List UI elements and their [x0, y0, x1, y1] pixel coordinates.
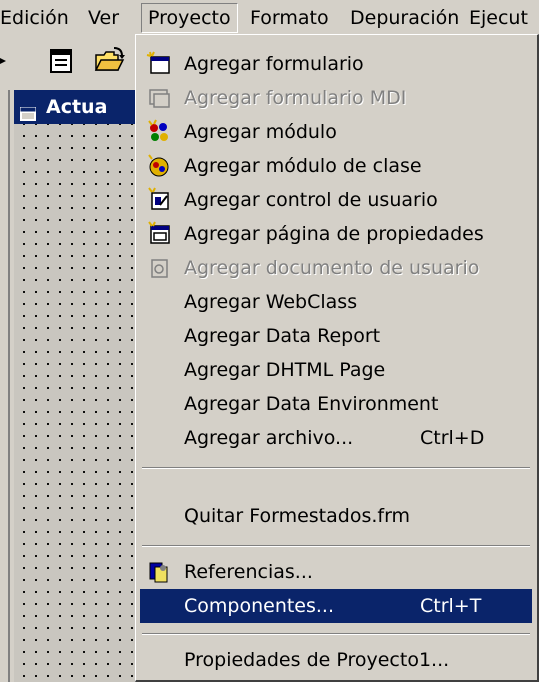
references-icon	[146, 559, 172, 585]
designer-edge	[8, 90, 10, 682]
menu-item-label: Agregar módulo de clase	[184, 155, 422, 177]
form-title-text: Actua	[46, 96, 108, 118]
menu-item-shortcut: Ctrl+T	[420, 595, 482, 617]
toolbar-dropdown-arrow[interactable]	[0, 46, 6, 76]
form-icon	[146, 51, 172, 77]
property-page-icon	[146, 221, 172, 247]
menu-item-quitar-formestados[interactable]: Quitar Formestados.frm	[140, 499, 532, 533]
form-title-bar[interactable]: Actua	[14, 90, 140, 124]
form-window-icon	[20, 99, 36, 121]
module-icon	[146, 119, 172, 145]
menu-item-agregar-webclass[interactable]: Agregar WebClass	[140, 285, 532, 319]
menu-depuracion[interactable]: Depuración	[350, 4, 459, 32]
menu-item-agregar-modulo-clase[interactable]: Agregar módulo de clase	[140, 149, 532, 183]
user-control-icon	[146, 187, 172, 213]
user-document-icon	[146, 255, 172, 281]
menu-separator	[142, 467, 530, 469]
menu-item-label: Agregar módulo	[184, 121, 337, 143]
proyecto-dropdown-menu: Agregar formulario Agregar formulario MD…	[135, 34, 539, 682]
menu-item-label: Agregar formulario	[184, 53, 364, 75]
menu-item-agregar-formulario[interactable]: Agregar formulario	[140, 47, 532, 81]
menu-item-propiedades-proyecto[interactable]: Propiedades de Proyecto1...	[140, 643, 532, 677]
menu-separator	[142, 545, 530, 547]
menu-formato[interactable]: Formato	[250, 4, 329, 32]
menu-item-label: Quitar Formestados.frm	[184, 505, 411, 527]
menu-item-label: Propiedades de Proyecto1...	[184, 649, 450, 671]
menu-bar: Edición Ver Proyecto Formato Depuración …	[0, 0, 539, 36]
toolbar	[0, 38, 140, 86]
open-folder-icon[interactable]	[92, 44, 126, 78]
menu-item-label: Agregar DHTML Page	[184, 359, 386, 381]
menu-item-label: Referencias...	[184, 561, 313, 583]
menu-item-agregar-pagina-propiedades[interactable]: Agregar página de propiedades	[140, 217, 532, 251]
form-designer[interactable]: Actua	[14, 90, 140, 682]
menu-item-label: Agregar control de usuario	[184, 189, 438, 211]
menu-editor-icon[interactable]	[44, 44, 78, 78]
menu-item-label: Agregar formulario MDI	[184, 87, 407, 109]
menu-item-agregar-modulo[interactable]: Agregar módulo	[140, 115, 532, 149]
menu-proyecto[interactable]: Proyecto	[141, 3, 238, 33]
menu-item-agregar-documento-usuario[interactable]: Agregar documento de usuario	[140, 251, 532, 285]
menu-item-label: Agregar documento de usuario	[184, 257, 480, 279]
menu-ejecutar[interactable]: Ejecut	[469, 4, 528, 32]
menu-ver[interactable]: Ver	[88, 4, 119, 32]
menu-separator	[142, 633, 530, 635]
mdi-form-icon	[146, 85, 172, 111]
menu-item-agregar-data-report[interactable]: Agregar Data Report	[140, 319, 532, 353]
menu-item-agregar-data-environment[interactable]: Agregar Data Environment	[140, 387, 532, 421]
menu-item-label: Agregar WebClass	[184, 291, 358, 313]
menu-item-label: Agregar Data Report	[184, 325, 381, 347]
class-module-icon	[146, 153, 172, 179]
menu-item-referencias[interactable]: Referencias...	[140, 555, 532, 589]
menu-item-label: Agregar archivo...	[184, 427, 354, 449]
menu-item-componentes[interactable]: Componentes... Ctrl+T	[140, 589, 532, 623]
menu-item-shortcut: Ctrl+D	[420, 427, 485, 449]
menu-item-label: Agregar página de propiedades	[184, 223, 484, 245]
menu-item-agregar-formulario-mdi[interactable]: Agregar formulario MDI	[140, 81, 532, 115]
menu-item-agregar-archivo[interactable]: Agregar archivo... Ctrl+D	[140, 421, 532, 455]
menu-edicion[interactable]: Edición	[0, 4, 69, 32]
menu-item-label: Agregar Data Environment	[184, 393, 439, 415]
menu-item-label: Componentes...	[184, 595, 335, 617]
menu-item-agregar-dhtml-page[interactable]: Agregar DHTML Page	[140, 353, 532, 387]
menu-item-agregar-control-usuario[interactable]: Agregar control de usuario	[140, 183, 532, 217]
